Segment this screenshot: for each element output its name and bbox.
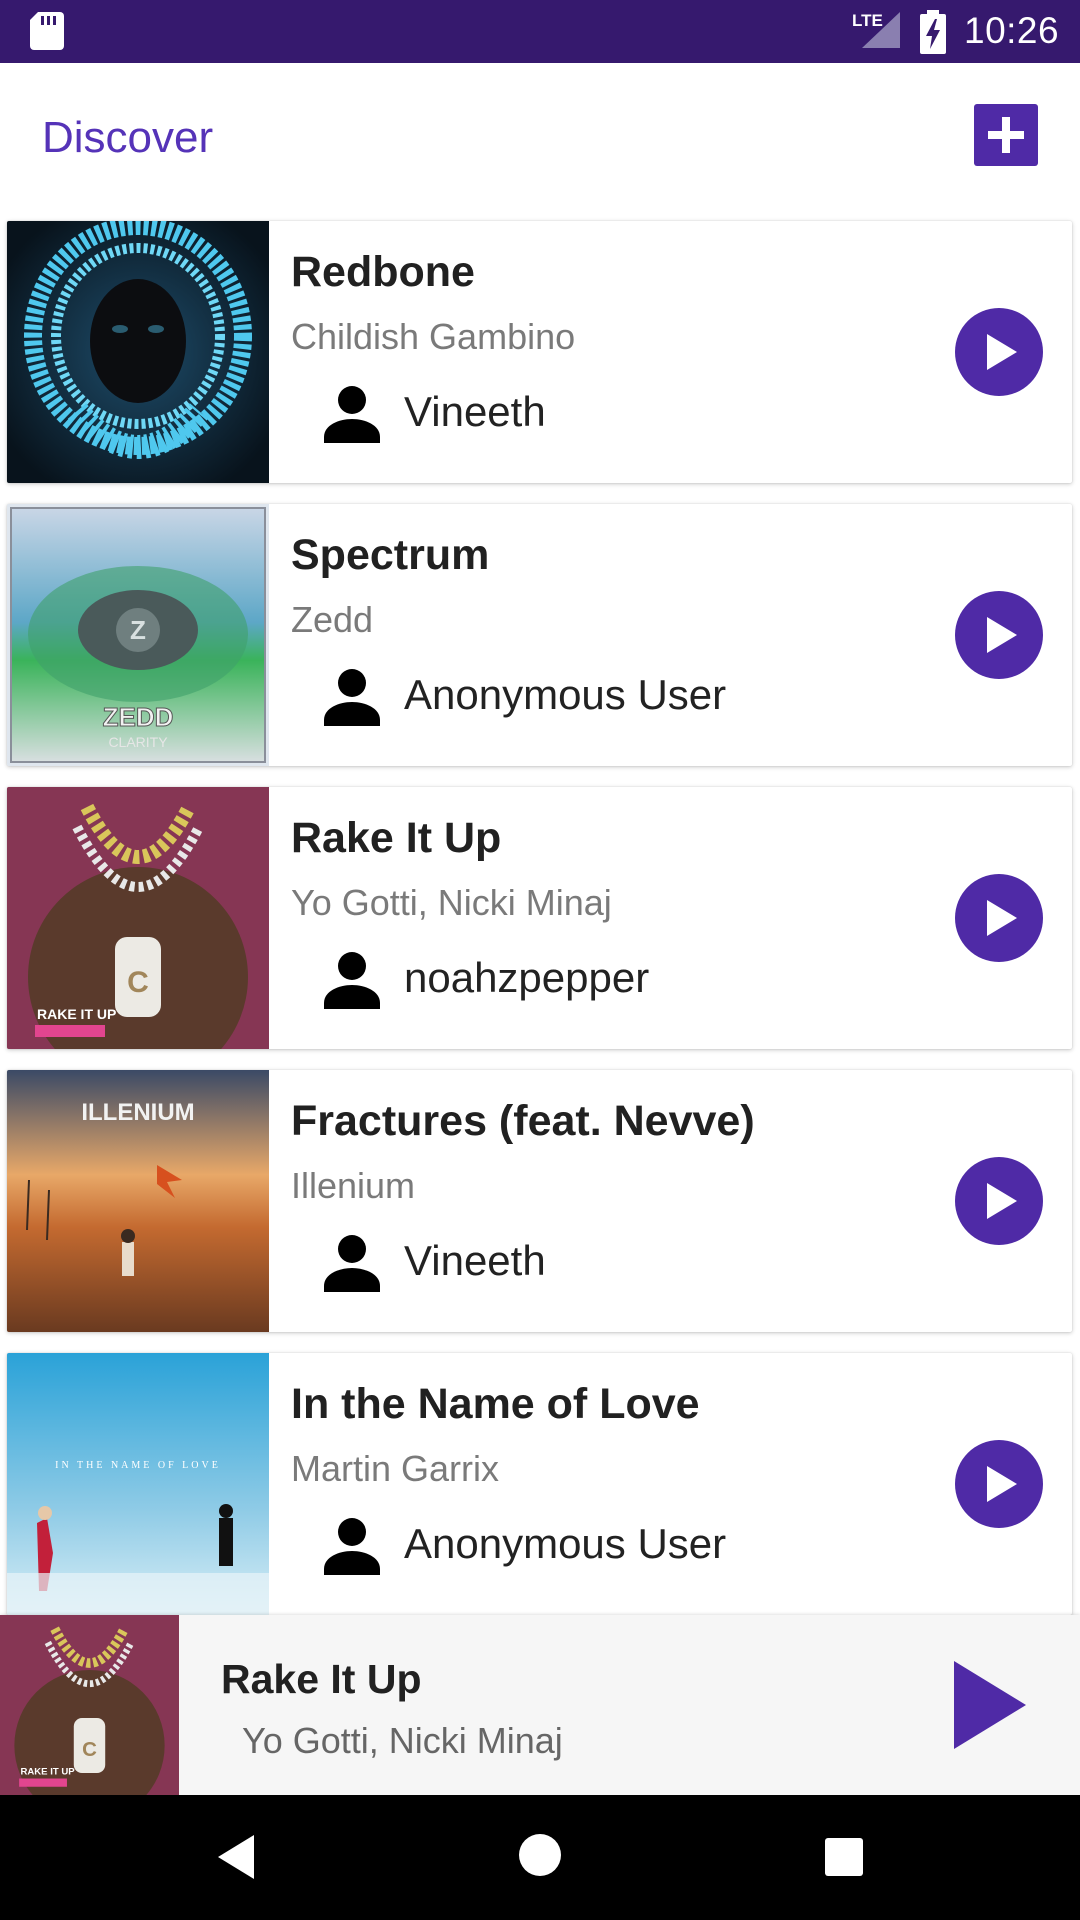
song-artist: Zedd (291, 599, 374, 640)
svg-text:ZEDD: ZEDD (103, 702, 174, 732)
album-art (7, 221, 269, 483)
play-button[interactable] (955, 1157, 1043, 1245)
song-card[interactable]: Z ZEDD CLARITY Spectrum Zedd Anonymous U… (7, 504, 1072, 766)
svg-text:CLARITY: CLARITY (108, 734, 168, 750)
app-header: Discover (0, 63, 1080, 213)
now-playing-artist: Yo Gotti, Nicki Minaj (242, 1720, 563, 1761)
now-playing-play-icon[interactable] (950, 1655, 1030, 1755)
song-list[interactable]: Redbone Childish Gambino Vineeth Z ZEDD … (0, 213, 1080, 1615)
song-artist: Illenium (291, 1165, 416, 1206)
user-icon (324, 952, 380, 1009)
system-nav-bar (0, 1795, 1080, 1920)
song-card[interactable]: C RAKE IT UP Rake It Up Yo Gotti, Nicki … (7, 787, 1072, 1049)
play-button[interactable] (955, 874, 1043, 962)
svg-text:RAKE IT UP: RAKE IT UP (20, 1766, 75, 1777)
album-art: IN THE NAME OF LOVE (7, 1353, 269, 1615)
play-button[interactable] (955, 308, 1043, 396)
shared-by-user: noahzpepper (404, 954, 650, 1001)
play-icon (987, 334, 1017, 370)
clock: 10:26 (964, 10, 1060, 51)
status-bar: LTE 10:26 (0, 0, 1080, 63)
user-icon (324, 669, 380, 726)
now-playing-bar[interactable]: C RAKE IT UP Rake It Up Yo Gotti, Nicki … (0, 1615, 1080, 1795)
play-icon (987, 1183, 1017, 1219)
plus-icon (988, 117, 1024, 153)
song-title: Rake It Up (291, 814, 502, 862)
shared-by-user: Anonymous User (404, 671, 727, 718)
svg-text:C: C (127, 966, 149, 999)
album-art: Z ZEDD CLARITY (7, 504, 269, 766)
now-playing-title: Rake It Up (221, 1656, 422, 1702)
play-button[interactable] (955, 1440, 1043, 1528)
svg-text:IN THE NAME OF LOVE: IN THE NAME OF LOVE (55, 1460, 221, 1471)
back-icon[interactable] (214, 1833, 258, 1881)
page-title: Discover (42, 113, 214, 162)
shared-by-user: Vineeth (404, 1237, 546, 1284)
play-icon (987, 1466, 1017, 1502)
song-artist: Martin Garrix (291, 1448, 500, 1489)
home-icon[interactable] (518, 1833, 562, 1877)
album-art: C RAKE IT UP (7, 787, 269, 1049)
user-icon (324, 1518, 380, 1575)
sd-card-icon (30, 12, 64, 50)
network-label: LTE (852, 11, 883, 30)
add-song-button[interactable] (974, 104, 1038, 166)
recents-icon[interactable] (824, 1837, 864, 1877)
battery-charging-icon (920, 10, 946, 54)
now-playing-album-art: C RAKE IT UP (0, 1615, 179, 1795)
song-card[interactable]: Redbone Childish Gambino Vineeth (7, 221, 1072, 483)
song-card[interactable]: ILLENIUM Fractures (feat. Nevve) Illeniu… (7, 1070, 1072, 1332)
song-title: In the Name of Love (291, 1380, 700, 1428)
song-title: Redbone (291, 248, 475, 296)
song-title: Spectrum (291, 531, 490, 579)
svg-text:Z: Z (130, 615, 146, 645)
shared-by-user: Vineeth (404, 388, 546, 435)
user-icon (324, 1235, 380, 1292)
play-icon (987, 617, 1017, 653)
lte-signal-icon: LTE (852, 11, 900, 48)
svg-text:ILLENIUM: ILLENIUM (81, 1099, 194, 1126)
shared-by-user: Anonymous User (404, 1520, 727, 1567)
play-button[interactable] (955, 591, 1043, 679)
song-artist: Childish Gambino (291, 316, 576, 357)
song-card[interactable]: IN THE NAME OF LOVE In the Name of Love … (7, 1353, 1072, 1615)
user-icon (324, 386, 380, 443)
svg-text:RAKE IT UP: RAKE IT UP (37, 1006, 116, 1022)
svg-text:C: C (82, 1738, 97, 1761)
play-icon (987, 900, 1017, 936)
song-title: Fractures (feat. Nevve) (291, 1097, 755, 1145)
song-artist: Yo Gotti, Nicki Minaj (291, 882, 612, 923)
album-art: ILLENIUM (7, 1070, 269, 1332)
